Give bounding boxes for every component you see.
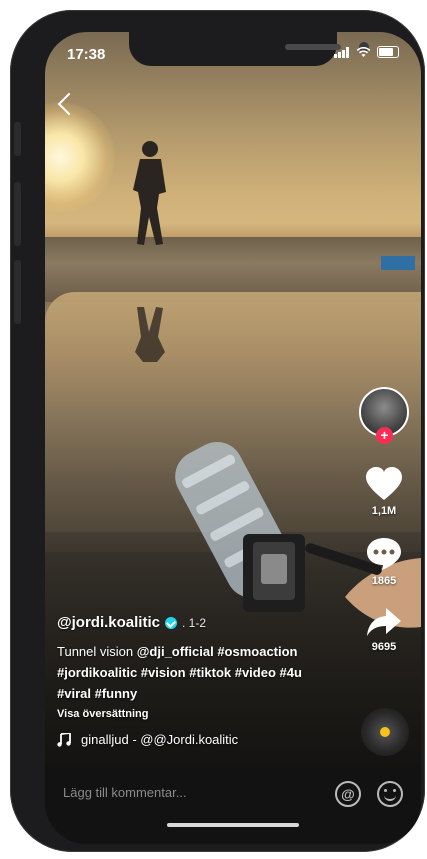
- share-icon: [367, 608, 401, 636]
- notch: [129, 32, 369, 66]
- comment-count: 1865: [371, 575, 397, 587]
- screen: 17:38 + 1,1M 1865 9695 @jordi.koalitic .…: [45, 32, 421, 844]
- comment-button[interactable]: 1865: [366, 537, 402, 587]
- description-text: Tunnel vision: [57, 644, 137, 659]
- status-bar: 17:38: [45, 32, 421, 76]
- verified-icon: [164, 616, 177, 629]
- wifi-icon: [356, 46, 371, 57]
- battery-icon: [377, 46, 399, 58]
- music-disc-center: [380, 727, 390, 737]
- music-disc[interactable]: [361, 708, 409, 756]
- share-button[interactable]: 9695: [366, 607, 402, 653]
- follow-plus-icon[interactable]: +: [376, 427, 393, 444]
- speaker: [285, 44, 341, 50]
- beach-box: [381, 256, 415, 270]
- comment-icon: [367, 538, 401, 570]
- video-description: Tunnel vision @dji_official #osmoaction …: [57, 641, 357, 704]
- bottle-with-camera: [175, 441, 305, 612]
- status-icons: [334, 46, 399, 58]
- author-row: @jordi.koalitic . 1-2: [57, 614, 357, 631]
- mute-switch: [14, 122, 21, 156]
- at-icon[interactable]: @: [335, 781, 361, 807]
- hashtags-line-2[interactable]: #jordikoalitic #vision #tiktok #video #4…: [57, 665, 302, 680]
- heart-icon: [366, 467, 402, 500]
- hashtags-line-1[interactable]: #osmoaction: [214, 644, 297, 659]
- like-button[interactable]: 1,1M: [365, 467, 403, 517]
- mention-link[interactable]: @dji_official: [137, 644, 214, 659]
- share-count: 9695: [371, 641, 397, 653]
- signal-icon: [334, 46, 349, 58]
- like-count: 1,1M: [371, 505, 397, 517]
- translate-link[interactable]: Visa översättning: [57, 708, 357, 720]
- author-avatar[interactable]: +: [359, 387, 409, 444]
- comment-bar: Lägg till kommentar... @: [45, 767, 421, 844]
- walking-person: [133, 141, 166, 245]
- hashtags-line-3[interactable]: #viral #funny: [57, 686, 137, 701]
- comment-input[interactable]: Lägg till kommentar...: [63, 785, 187, 800]
- home-indicator: [167, 823, 299, 827]
- volume-up-button: [14, 182, 21, 246]
- phone-frame: 17:38 + 1,1M 1865 9695 @jordi.koalitic .…: [10, 10, 425, 852]
- music-note-icon: [57, 732, 71, 747]
- emoji-icon[interactable]: [377, 781, 403, 807]
- video-caption: @jordi.koalitic . 1-2 Tunnel vision @dji…: [57, 614, 357, 747]
- status-time: 17:38: [67, 46, 106, 63]
- music-row[interactable]: ginalljud - @@Jordi.koalitic: [57, 732, 357, 747]
- action-rail: + 1,1M 1865 9695: [353, 387, 415, 653]
- volume-down-button: [14, 260, 21, 324]
- music-title: ginalljud - @@Jordi.koalitic: [81, 732, 239, 747]
- person-reflection: [135, 307, 165, 362]
- post-date: . 1-2: [181, 615, 206, 630]
- author-username[interactable]: @jordi.koalitic: [57, 614, 160, 631]
